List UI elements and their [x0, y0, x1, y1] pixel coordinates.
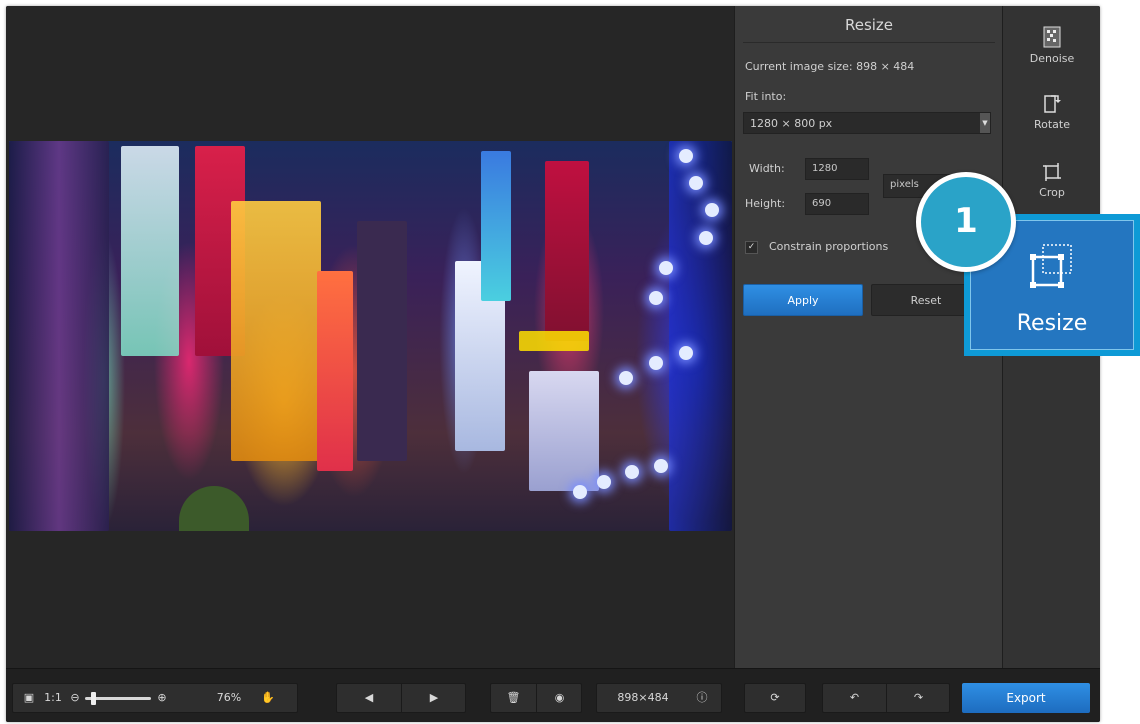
width-label: Width: — [749, 162, 785, 175]
photo-preview[interactable] — [9, 141, 732, 531]
denoise-tool[interactable]: Denoise — [1003, 26, 1100, 65]
width-field[interactable]: 1280 — [805, 158, 869, 180]
fit-into-select[interactable]: 1280 × 800 px ▼ — [743, 112, 991, 134]
panel-title: Resize — [844, 16, 894, 34]
rotate-tool-icon — [1044, 95, 1061, 113]
height-label: Height: — [745, 197, 786, 210]
rotate-label: Rotate — [1033, 118, 1070, 131]
rotate-tool[interactable]: Rotate — [1003, 92, 1100, 131]
constrain-label: Constrain proportions — [769, 240, 889, 253]
eye-icon[interactable]: ◉ — [537, 684, 582, 712]
zoom-group: ▣ 1:1 ⊖ ⊕ 76% ✋ — [12, 683, 298, 713]
bottom-toolbar: ▣ 1:1 ⊖ ⊕ 76% ✋ ◀ ▶ 🗑 ◉ 898×484 ⓘ ⟳ ↶ ↷ — [6, 668, 1100, 722]
step-number-badge: 1 — [916, 172, 1016, 272]
crop-tool[interactable]: Crop — [1003, 160, 1100, 199]
zoom-in-icon[interactable]: ⊕ — [153, 684, 171, 712]
chevron-down-icon: ▼ — [980, 113, 990, 133]
next-icon[interactable]: ▶ — [402, 684, 466, 712]
prev-icon[interactable]: ◀ — [337, 684, 402, 712]
apply-button[interactable]: Apply — [743, 284, 863, 316]
view-group: 🗑 ◉ — [490, 683, 582, 713]
dimensions-group: 898×484 ⓘ — [596, 683, 722, 713]
fit-into-label: Fit into: — [745, 90, 787, 103]
refresh-group: ⟳ — [744, 683, 806, 713]
fit-into-value: 1280 × 800 px — [750, 117, 833, 130]
denoise-label: Denoise — [1029, 52, 1075, 65]
constrain-checkbox[interactable]: ✓ — [745, 241, 758, 254]
trash-icon[interactable]: 🗑 — [491, 684, 537, 712]
crop-label: Crop — [1039, 186, 1065, 199]
one-to-one-button[interactable]: 1:1 — [41, 684, 65, 712]
undo-icon[interactable]: ↶ — [823, 684, 887, 712]
navigation-group: ◀ ▶ — [336, 683, 466, 713]
editor-window: Resize Current image size: 898 × 484 Fit… — [6, 6, 1100, 722]
export-button[interactable]: Export — [962, 683, 1090, 713]
zoom-out-icon[interactable]: ⊖ — [67, 684, 83, 712]
denoise-icon — [1043, 26, 1061, 48]
resize-panel: Resize Current image size: 898 × 484 Fit… — [734, 6, 1003, 668]
zoom-value: 76% — [216, 691, 242, 704]
height-field[interactable]: 690 — [805, 193, 869, 215]
crop-icon — [1043, 163, 1061, 181]
zoom-slider-handle[interactable] — [91, 692, 96, 705]
resize-icon — [1030, 244, 1072, 288]
canvas-area[interactable] — [6, 6, 734, 668]
rotate-icon[interactable]: ⟳ — [745, 684, 805, 712]
info-icon[interactable]: ⓘ — [687, 684, 717, 712]
fit-screen-icon[interactable]: ▣ — [17, 684, 41, 712]
zoom-slider[interactable] — [85, 692, 151, 705]
divider — [743, 42, 995, 43]
current-size-text: Current image size: 898 × 484 — [745, 60, 915, 73]
history-group: ↶ ↷ — [822, 683, 950, 713]
hand-icon[interactable]: ✋ — [253, 684, 283, 712]
redo-icon[interactable]: ↷ — [887, 684, 950, 712]
dimensions-text: 898×484 — [617, 691, 669, 704]
callout-label: Resize — [1016, 311, 1088, 336]
